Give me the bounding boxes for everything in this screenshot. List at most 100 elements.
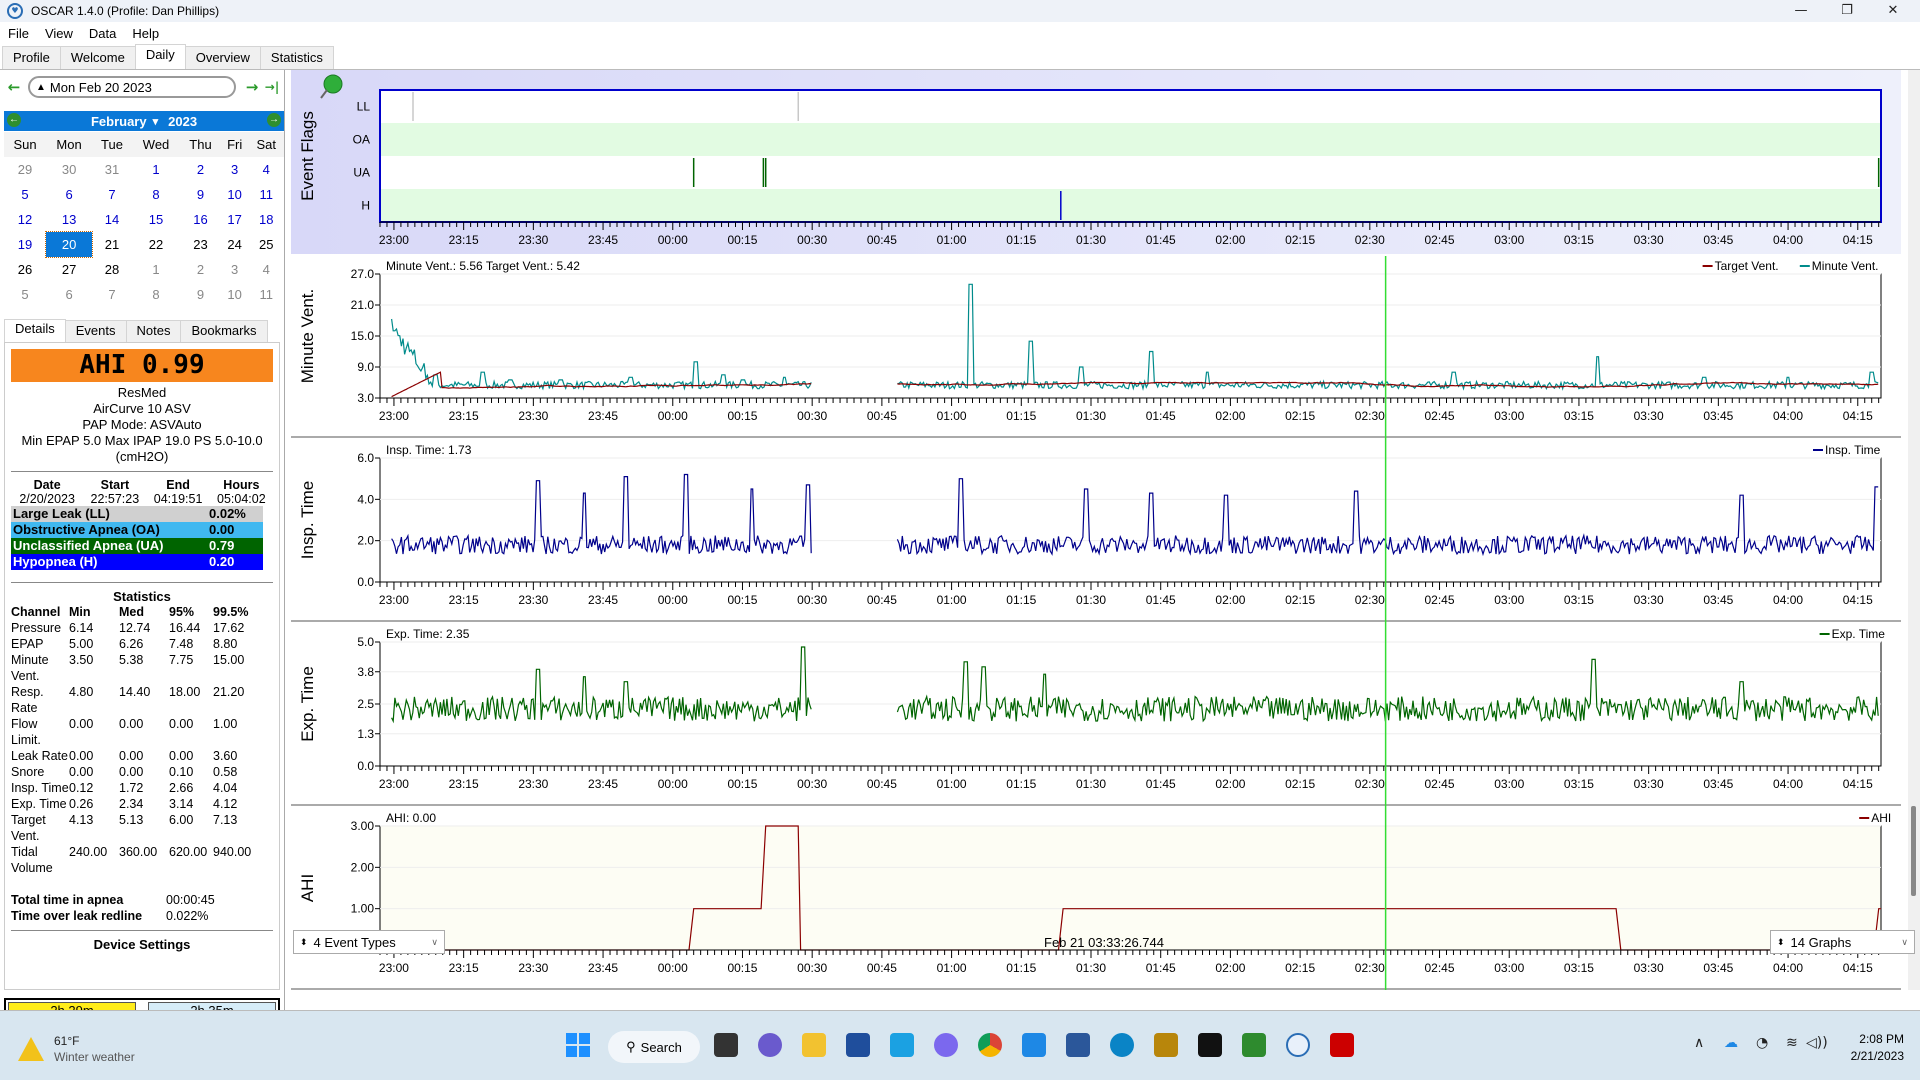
calendar-day[interactable]: 22: [132, 232, 180, 257]
tab-daily[interactable]: Daily: [134, 44, 186, 70]
weather-widget[interactable]: 61°F Winter weather: [18, 1033, 135, 1065]
calendar-day[interactable]: 16: [180, 207, 221, 232]
next-day-button[interactable]: →: [244, 78, 260, 96]
calendar-day[interactable]: 17: [221, 207, 249, 232]
teams-icon[interactable]: [758, 1033, 782, 1057]
calendar-day[interactable]: 8: [132, 182, 180, 207]
calendar-day[interactable]: 2: [180, 257, 221, 282]
green-app-icon[interactable]: [1242, 1033, 1266, 1057]
tab-details[interactable]: Details: [4, 319, 66, 342]
calendar-day[interactable]: 4: [248, 257, 284, 282]
calendar-day[interactable]: 6: [46, 182, 92, 207]
prev-day-button[interactable]: ←: [6, 78, 22, 96]
calendar-day[interactable]: 29: [4, 157, 46, 182]
calendar-month[interactable]: February: [91, 114, 147, 129]
graphs-select[interactable]: ⬍ 14 Graphs ∨: [1770, 930, 1915, 954]
taskbar-search[interactable]: ⚲ Search: [608, 1031, 700, 1063]
calendar-day[interactable]: 6: [46, 282, 92, 307]
prev-month-button[interactable]: ←: [7, 113, 21, 127]
calendar-day[interactable]: 26: [4, 257, 46, 282]
calendar-day[interactable]: 30: [46, 157, 92, 182]
event-row[interactable]: Unclassified Apnea (UA) 0.79: [11, 538, 263, 554]
file-explorer-icon[interactable]: [802, 1033, 826, 1057]
taskbar-clock[interactable]: 2:08 PM 2/21/2023: [1851, 1031, 1904, 1065]
calendar-day[interactable]: 7: [92, 282, 132, 307]
menu-file[interactable]: File: [0, 26, 37, 41]
calendar-day[interactable]: 12: [4, 207, 46, 232]
calendar-day[interactable]: 13: [46, 207, 92, 232]
calendar-day[interactable]: 21: [92, 232, 132, 257]
event-types-select[interactable]: ⬍ 4 Event Types ∨: [293, 930, 445, 954]
calendar-day[interactable]: 27: [46, 257, 92, 282]
calendar-day[interactable]: 3: [221, 257, 249, 282]
onedrive-icon[interactable]: ☁: [1724, 1035, 1738, 1051]
calendar-day[interactable]: 4: [248, 157, 284, 182]
last-day-button[interactable]: →|: [264, 80, 280, 94]
mail-icon[interactable]: [1022, 1033, 1046, 1057]
maximize-button[interactable]: ❐: [1824, 0, 1870, 22]
calendar-day[interactable]: 2: [180, 157, 221, 182]
wifi-icon[interactable]: ≋: [1786, 1035, 1798, 1051]
calendar-day[interactable]: 10: [221, 282, 249, 307]
calendar-day[interactable]: 25: [248, 232, 284, 257]
sync-icon[interactable]: ◔: [1756, 1035, 1768, 1051]
event-row[interactable]: Large Leak (LL) 0.02%: [11, 506, 263, 522]
date-picker[interactable]: ▲ Mon Feb 20 2023: [28, 76, 236, 98]
calendar-day[interactable]: 11: [248, 282, 284, 307]
minimize-button[interactable]: —: [1778, 0, 1824, 22]
calendar-day[interactable]: 9: [180, 182, 221, 207]
calendar-day[interactable]: 15: [132, 207, 180, 232]
menu-help[interactable]: Help: [124, 26, 167, 41]
event-row[interactable]: Hypopnea (H) 0.20: [11, 554, 263, 570]
month-dropdown-icon[interactable]: ▾: [153, 115, 159, 128]
acrobat-icon[interactable]: [1330, 1033, 1354, 1057]
calendar-day[interactable]: 11: [248, 182, 284, 207]
home-app-icon[interactable]: [1154, 1033, 1178, 1057]
chrome-icon[interactable]: [978, 1033, 1002, 1057]
tab-profile[interactable]: Profile: [2, 46, 61, 70]
graphs-scrollbar[interactable]: [1908, 70, 1920, 990]
volume-icon[interactable]: ◁)): [1806, 1035, 1828, 1051]
tab-statistics[interactable]: Statistics: [259, 46, 334, 70]
oscar-taskbar-icon[interactable]: [1286, 1033, 1310, 1057]
task-view-icon[interactable]: [714, 1033, 738, 1057]
calculator-icon[interactable]: [890, 1033, 914, 1057]
calendar-day[interactable]: 24: [221, 232, 249, 257]
calendar-day[interactable]: 9: [180, 282, 221, 307]
calendar-day[interactable]: 7: [92, 182, 132, 207]
calendar-day-selected[interactable]: 20: [45, 231, 94, 258]
tab-welcome[interactable]: Welcome: [59, 46, 136, 70]
calendar-day[interactable]: 14: [92, 207, 132, 232]
scrollbar-thumb[interactable]: [1911, 806, 1916, 896]
calendar-day[interactable]: 23: [180, 232, 221, 257]
calendar-day[interactable]: 18: [248, 207, 284, 232]
calendar-day[interactable]: 10: [221, 182, 249, 207]
tab-overview[interactable]: Overview: [184, 46, 261, 70]
calendar-day[interactable]: 31: [92, 157, 132, 182]
store-icon[interactable]: [846, 1033, 870, 1057]
event-row[interactable]: Obstructive Apnea (OA) 0.00: [11, 522, 263, 538]
tab-bookmarks[interactable]: Bookmarks: [180, 320, 268, 342]
tab-notes[interactable]: Notes: [125, 320, 182, 342]
menu-view[interactable]: View: [37, 26, 81, 41]
device-settings-header[interactable]: Device Settings: [5, 937, 279, 952]
edge-icon[interactable]: [1110, 1033, 1134, 1057]
tray-overflow-icon[interactable]: ∧: [1694, 1035, 1704, 1051]
copilot-icon[interactable]: [934, 1033, 958, 1057]
calendar-day[interactable]: 1: [132, 157, 180, 182]
tab-events[interactable]: Events: [64, 320, 127, 342]
calendar-day[interactable]: 8: [132, 282, 180, 307]
next-month-button[interactable]: →: [267, 113, 281, 127]
calendar-day[interactable]: 1: [132, 257, 180, 282]
calendar-day[interactable]: 5: [4, 182, 46, 207]
start-button[interactable]: [566, 1033, 590, 1057]
calendar-day[interactable]: 19: [4, 232, 46, 257]
calendar-year[interactable]: 2023: [168, 114, 197, 129]
calendar-day[interactable]: 3: [221, 157, 249, 182]
graphs-canvas[interactable]: Event Flags LL OA UA H 23:00 23:15 23:30 23:45 00…: [291, 70, 1920, 990]
calendar-day[interactable]: 28: [92, 257, 132, 282]
calendar-day[interactable]: 5: [4, 282, 46, 307]
close-button[interactable]: ✕: [1870, 0, 1916, 22]
word-icon[interactable]: [1066, 1033, 1090, 1057]
menu-data[interactable]: Data: [81, 26, 124, 41]
